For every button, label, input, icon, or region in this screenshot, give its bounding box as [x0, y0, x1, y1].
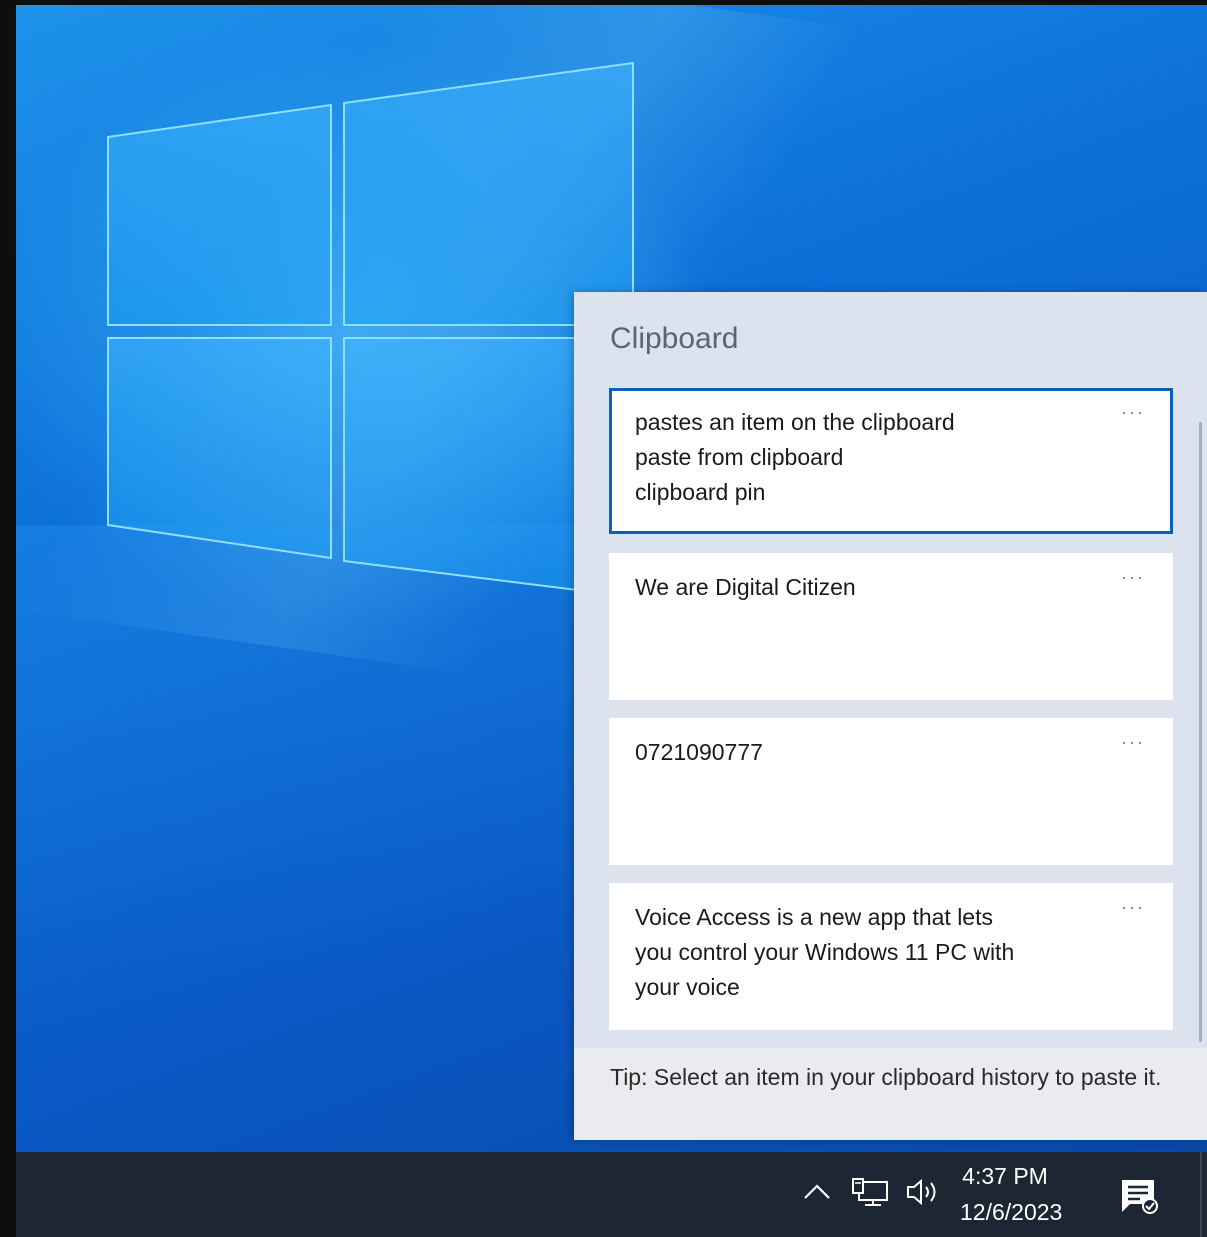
clipboard-item-text: Voice Access is a new app that lets you … [635, 904, 1015, 1000]
taskbar-clock[interactable]: 4:37 PM 12/6/2023 [960, 1160, 1063, 1232]
clipboard-item-3[interactable]: 0721090777 ··· [609, 718, 1173, 865]
show-desktop-button[interactable] [1200, 1152, 1202, 1237]
more-options-icon[interactable]: ··· [1121, 402, 1145, 423]
more-options-icon[interactable]: ··· [1121, 567, 1145, 588]
network-icon[interactable] [851, 1177, 891, 1209]
clipboard-item-4[interactable]: Voice Access is a new app that lets you … [609, 883, 1173, 1030]
more-options-icon[interactable]: ··· [1121, 897, 1145, 918]
clipboard-scrollbar[interactable] [1199, 422, 1202, 1042]
clock-date: 12/6/2023 [960, 1199, 1063, 1225]
clipboard-item-2[interactable]: We are Digital Citizen ··· [609, 553, 1173, 700]
more-options-icon[interactable]: ··· [1121, 732, 1145, 753]
taskbar: 4:37 PM 12/6/2023 [16, 1152, 1207, 1237]
clipboard-tip-text: Tip: Select an item in your clipboard hi… [610, 1064, 1162, 1090]
volume-icon[interactable] [904, 1176, 944, 1208]
clipboard-item-text: We are Digital Citizen [635, 574, 856, 600]
clipboard-item-text: 0721090777 [635, 739, 763, 765]
chevron-up-icon[interactable] [802, 1177, 832, 1207]
clipboard-panel: Clipboard pastes an item on the clipboar… [574, 292, 1207, 1140]
clipboard-title: Clipboard [610, 322, 739, 355]
clock-time: 4:37 PM [962, 1163, 1048, 1189]
notification-icon[interactable] [1118, 1176, 1160, 1216]
clipboard-item-text: pastes an item on the clipboard paste fr… [635, 409, 955, 505]
clipboard-item-1[interactable]: pastes an item on the clipboard paste fr… [609, 388, 1173, 534]
clipboard-tip: Tip: Select an item in your clipboard hi… [574, 1048, 1207, 1140]
